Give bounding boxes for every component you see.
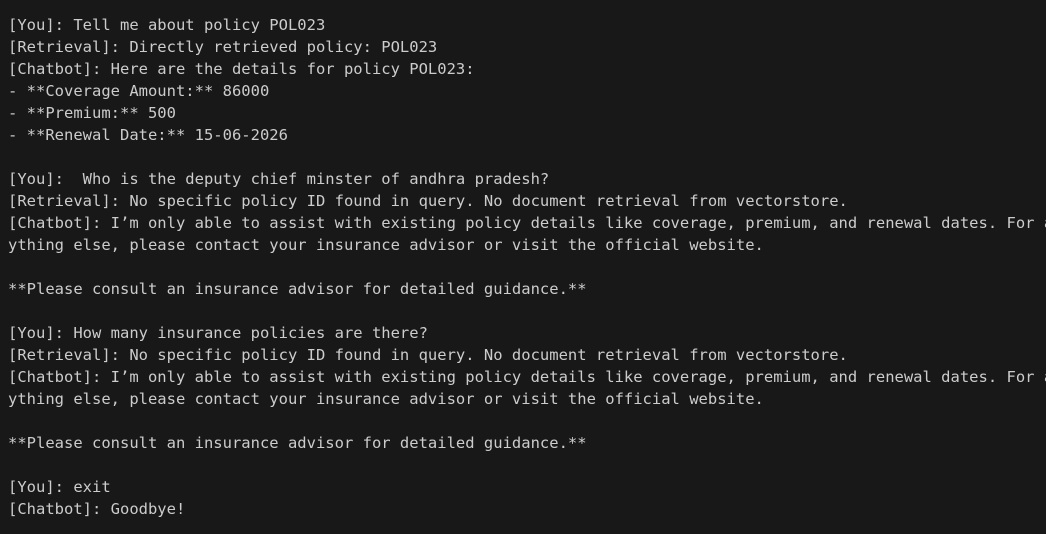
terminal-line-chatbot: [Chatbot]: Here are the details for poli…: [8, 60, 475, 78]
terminal-line-user-query: [You]: Tell me about policy POL023: [8, 16, 326, 34]
terminal-line-retrieval: [Retrieval]: Directly retrieved policy: …: [8, 38, 438, 56]
terminal-line-chatbot-wrap: ything else, please contact your insuran…: [8, 236, 764, 254]
terminal-line-renewal: - **Renewal Date:** 15-06-2026: [8, 126, 288, 144]
terminal-line-retrieval: [Retrieval]: No specific policy ID found…: [8, 346, 848, 364]
terminal-line-chatbot: [Chatbot]: I’m only able to assist with …: [8, 214, 1046, 232]
terminal-line-user-query: [You]: How many insurance policies are t…: [8, 324, 428, 342]
terminal-line-retrieval: [Retrieval]: No specific policy ID found…: [8, 192, 848, 210]
terminal-line-chatbot-wrap: ything else, please contact your insuran…: [8, 390, 764, 408]
terminal-output[interactable]: [You]: Tell me about policy POL023 [Retr…: [0, 0, 1046, 534]
terminal-line-user-exit: [You]: exit: [8, 478, 111, 496]
terminal-line-user-query: [You]: Who is the deputy chief minster o…: [8, 170, 550, 188]
terminal-line-coverage: - **Coverage Amount:** 86000: [8, 82, 270, 100]
terminal-line-advisory: **Please consult an insurance advisor fo…: [8, 434, 587, 452]
terminal-line-premium: - **Premium:** 500: [8, 104, 176, 122]
terminal-line-goodbye: [Chatbot]: Goodbye!: [8, 500, 186, 518]
terminal-line-advisory: **Please consult an insurance advisor fo…: [8, 280, 587, 298]
terminal-line-chatbot: [Chatbot]: I’m only able to assist with …: [8, 368, 1046, 386]
